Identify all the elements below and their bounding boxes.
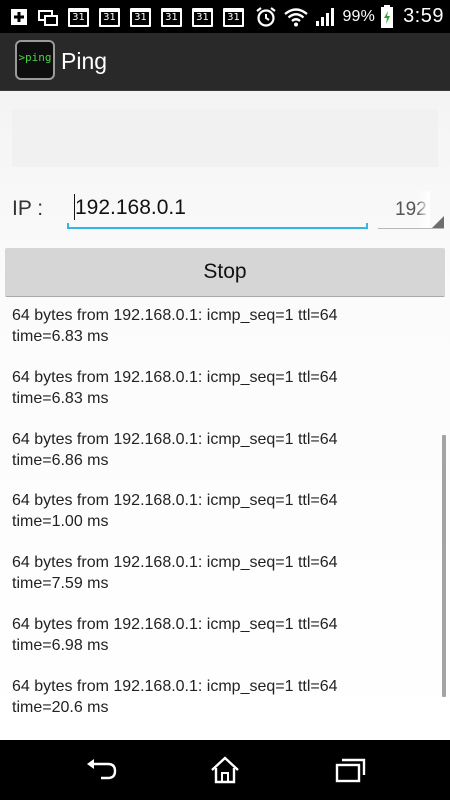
list-item: 64 bytes from 192.168.0.1: icmp_seq=1 tt…: [12, 552, 432, 594]
text-cursor: [74, 194, 75, 220]
ping-reply-text: 64 bytes from 192.168.0.1: icmp_seq=1 tt…: [12, 369, 338, 386]
ping-results-list[interactable]: 64 bytes from 192.168.0.1: icmp_seq=1 tt…: [0, 304, 450, 740]
calendar-day-label: 31: [227, 11, 240, 23]
calendar-day-label: 31: [103, 11, 116, 23]
status-clock: 3:59: [403, 5, 444, 27]
calendar-icon: 31: [68, 7, 89, 27]
ping-reply-text: 64 bytes from 192.168.0.1: icmp_seq=1 tt…: [12, 307, 338, 324]
ping-reply-text: 64 bytes from 192.168.0.1: icmp_seq=1 tt…: [12, 431, 338, 448]
ip-label: IP :: [12, 197, 44, 220]
list-item: 64 bytes from 192.168.0.1: icmp_seq=1 tt…: [12, 490, 432, 532]
app-icon-text: >ping: [18, 51, 52, 64]
calendar-icon: 31: [130, 7, 151, 27]
app-title: Ping: [61, 48, 108, 74]
ping-time-text: time=7.59 ms: [12, 575, 109, 592]
ping-time-text: time=6.98 ms: [12, 637, 109, 654]
alarm-icon: [256, 6, 277, 27]
ping-reply-text: 64 bytes from 192.168.0.1: icmp_seq=1 tt…: [12, 678, 338, 695]
ping-time-text: time=6.86 ms: [12, 452, 109, 469]
ad-banner-area: [12, 109, 438, 167]
recent-apps-icon[interactable]: [330, 755, 370, 785]
main-content: IP : 192 Stop 64 bytes from 192.168.0.1:…: [0, 91, 450, 740]
list-item: 64 bytes from 192.168.0.1: icmp_seq=1 tt…: [12, 676, 432, 718]
ip-input-container: [67, 189, 368, 229]
calendar-icon: 31: [223, 7, 244, 27]
ping-reply-text: 64 bytes from 192.168.0.1: icmp_seq=1 tt…: [12, 554, 338, 571]
add-box-icon: [11, 9, 27, 25]
signal-icon: [316, 7, 335, 26]
navigation-bar: [0, 740, 450, 800]
screen-share-icon: [38, 10, 58, 26]
notification-icons: 31 31 31 31 31 31: [10, 7, 254, 27]
back-icon[interactable]: [81, 755, 121, 785]
ip-input[interactable]: [67, 189, 368, 227]
spinner-underline: [378, 228, 444, 229]
system-status-icons: 99% 3:59: [255, 0, 444, 33]
results-scrollbar[interactable]: [442, 435, 446, 697]
ping-time-text: time=1.00 ms: [12, 513, 109, 530]
ping-time-text: time=6.83 ms: [12, 390, 109, 407]
action-bar: >ping Ping: [0, 33, 450, 91]
ping-reply-text: 64 bytes from 192.168.0.1: icmp_seq=1 tt…: [12, 616, 338, 633]
spinner-fade: [416, 191, 430, 229]
ip-input-underline: [67, 223, 368, 229]
list-item: 64 bytes from 192.168.0.1: icmp_seq=1 tt…: [12, 367, 432, 409]
calendar-icon: 31: [161, 7, 182, 27]
list-item: 64 bytes from 192.168.0.1: icmp_seq=1 tt…: [12, 614, 432, 656]
ping-reply-text: 64 bytes from 192.168.0.1: icmp_seq=1 tt…: [12, 492, 338, 509]
app-icon[interactable]: >ping: [15, 40, 55, 80]
ip-history-spinner[interactable]: 192: [378, 191, 444, 229]
calendar-day-label: 31: [196, 11, 209, 23]
ping-time-text: time=20.6 ms: [12, 699, 109, 716]
status-bar: 31 31 31 31 31 31 99% 3:59: [0, 0, 450, 33]
list-item: 64 bytes from 192.168.0.1: icmp_seq=1 tt…: [12, 305, 432, 347]
home-icon[interactable]: [205, 755, 245, 785]
ping-time-text: time=6.83 ms: [12, 328, 109, 345]
calendar-icon: 31: [99, 7, 120, 27]
spinner-arrow-icon: [432, 216, 444, 228]
calendar-day-label: 31: [134, 11, 147, 23]
calendar-day-label: 31: [72, 11, 85, 23]
list-item: 64 bytes from 192.168.0.1: icmp_seq=1 tt…: [12, 429, 432, 471]
battery-percent: 99%: [342, 7, 376, 25]
wifi-icon: [284, 7, 309, 26]
calendar-day-label: 31: [165, 11, 178, 23]
battery-icon: [381, 4, 394, 28]
ping-app-screen: 31 31 31 31 31 31 99% 3:59 >ping Ping IP…: [0, 0, 450, 800]
stop-button[interactable]: Stop: [5, 248, 445, 297]
calendar-icon: 31: [192, 7, 213, 27]
